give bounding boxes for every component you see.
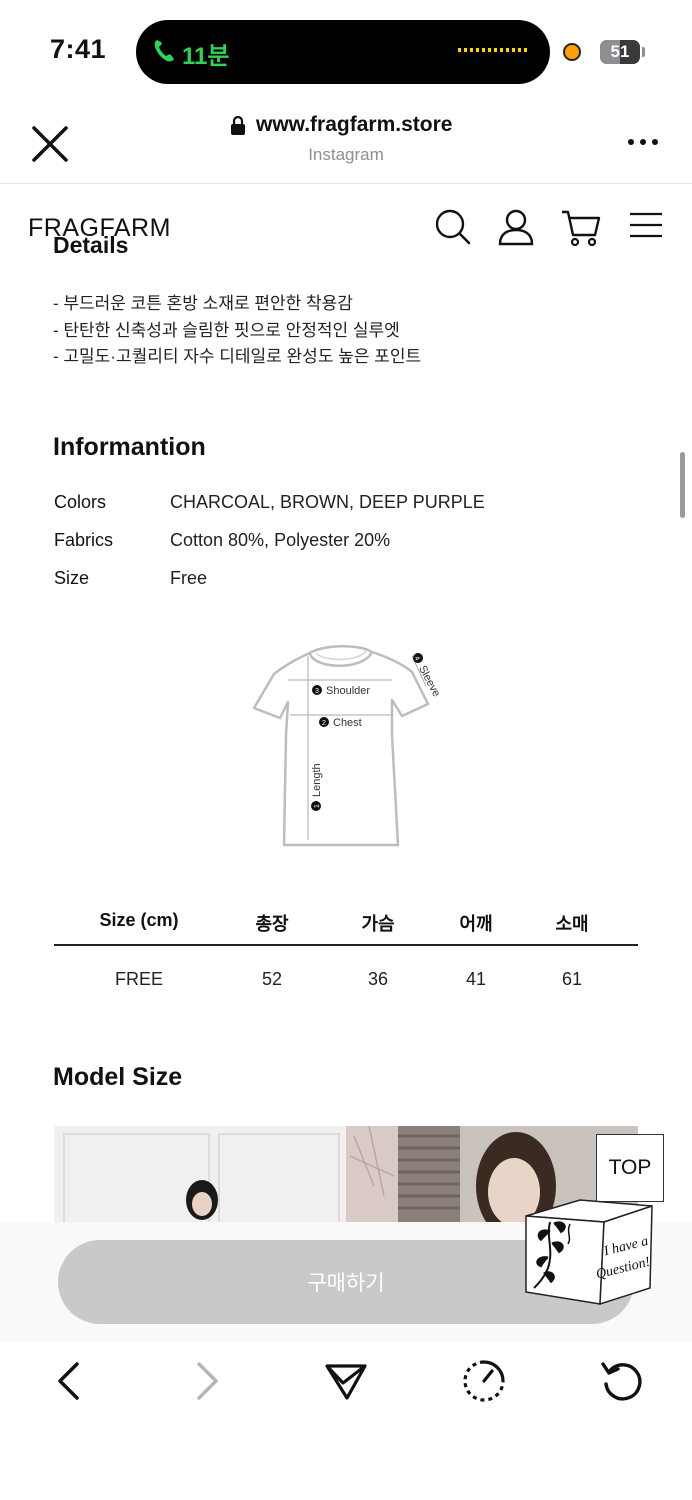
menu-icon[interactable] <box>628 210 664 240</box>
status-time: 7:41 <box>50 34 107 64</box>
diagram-num-3: 3 <box>315 688 319 695</box>
table-cell: FREE <box>114 969 163 989</box>
table-divider <box>54 944 638 946</box>
cart-icon[interactable] <box>560 208 602 248</box>
info-value-colors: CHARCOAL, BROWN, DEEP PURPLE <box>170 492 485 512</box>
diagram-num-2: 2 <box>322 720 326 727</box>
question-box-icon[interactable]: I have a Question! <box>520 1192 658 1310</box>
table-header: 어깨 <box>459 914 493 934</box>
header-divider <box>0 183 692 184</box>
info-key-fabrics: Fabrics <box>54 530 114 550</box>
diagram-shoulder-label: Shoulder <box>326 685 370 697</box>
call-duration: 11분 <box>182 43 230 70</box>
scrollbar[interactable] <box>680 452 685 518</box>
battery-icon: 51 <box>600 40 640 64</box>
tshirt-size-diagram: 3 Shoulder 2 Chest 1 Length 4 Sleeve <box>252 644 442 847</box>
detail-line: - 부드러운 코튼 혼방 소재로 편안한 착용감 <box>53 294 353 313</box>
details-heading: Details <box>53 232 129 258</box>
search-icon[interactable] <box>434 208 472 246</box>
more-icon[interactable] <box>626 132 660 152</box>
table-cell: 61 <box>561 969 583 989</box>
audio-waveform-icon <box>458 48 528 52</box>
user-icon[interactable] <box>497 208 535 246</box>
table-header: 총장 <box>255 914 289 934</box>
detail-line: - 탄탄한 신축성과 슬림한 핏으로 안정적인 실루엣 <box>53 321 400 340</box>
recording-indicator-icon <box>563 43 581 61</box>
info-value-fabrics: Cotton 80%, Polyester 20% <box>170 530 391 550</box>
battery-level: 51 <box>610 42 630 61</box>
diagram-length-label: Length <box>311 763 323 797</box>
table-header: Size (cm) <box>99 910 179 930</box>
lock-icon <box>231 116 245 135</box>
detail-line: - 고밀도·고퀄리티 자수 디테일로 완성도 높은 포인트 <box>53 347 422 366</box>
table-header: 소매 <box>555 914 589 934</box>
diagram-chest-label: Chest <box>333 717 362 729</box>
page-url[interactable]: www.fragfarm.store <box>256 113 452 137</box>
table-cell: 41 <box>465 969 487 989</box>
info-key-colors: Colors <box>54 492 107 512</box>
diagram-num-1: 1 <box>314 804 321 808</box>
reload-icon[interactable] <box>597 1356 647 1406</box>
info-value-size: Free <box>170 568 208 588</box>
share-icon[interactable] <box>321 1356 371 1406</box>
url-source: Instagram <box>308 145 384 164</box>
table-cell: 36 <box>367 969 389 989</box>
phone-icon <box>154 40 174 62</box>
table-header: 가슴 <box>361 914 395 934</box>
back-icon[interactable] <box>44 1356 94 1406</box>
forward-icon[interactable] <box>182 1356 232 1406</box>
speed-icon[interactable] <box>459 1356 509 1406</box>
battery-nub <box>642 47 645 57</box>
info-key-size: Size <box>54 568 90 588</box>
information-heading: Informantion <box>53 433 206 461</box>
model-size-heading: Model Size <box>53 1063 183 1091</box>
table-cell: 52 <box>261 969 283 989</box>
